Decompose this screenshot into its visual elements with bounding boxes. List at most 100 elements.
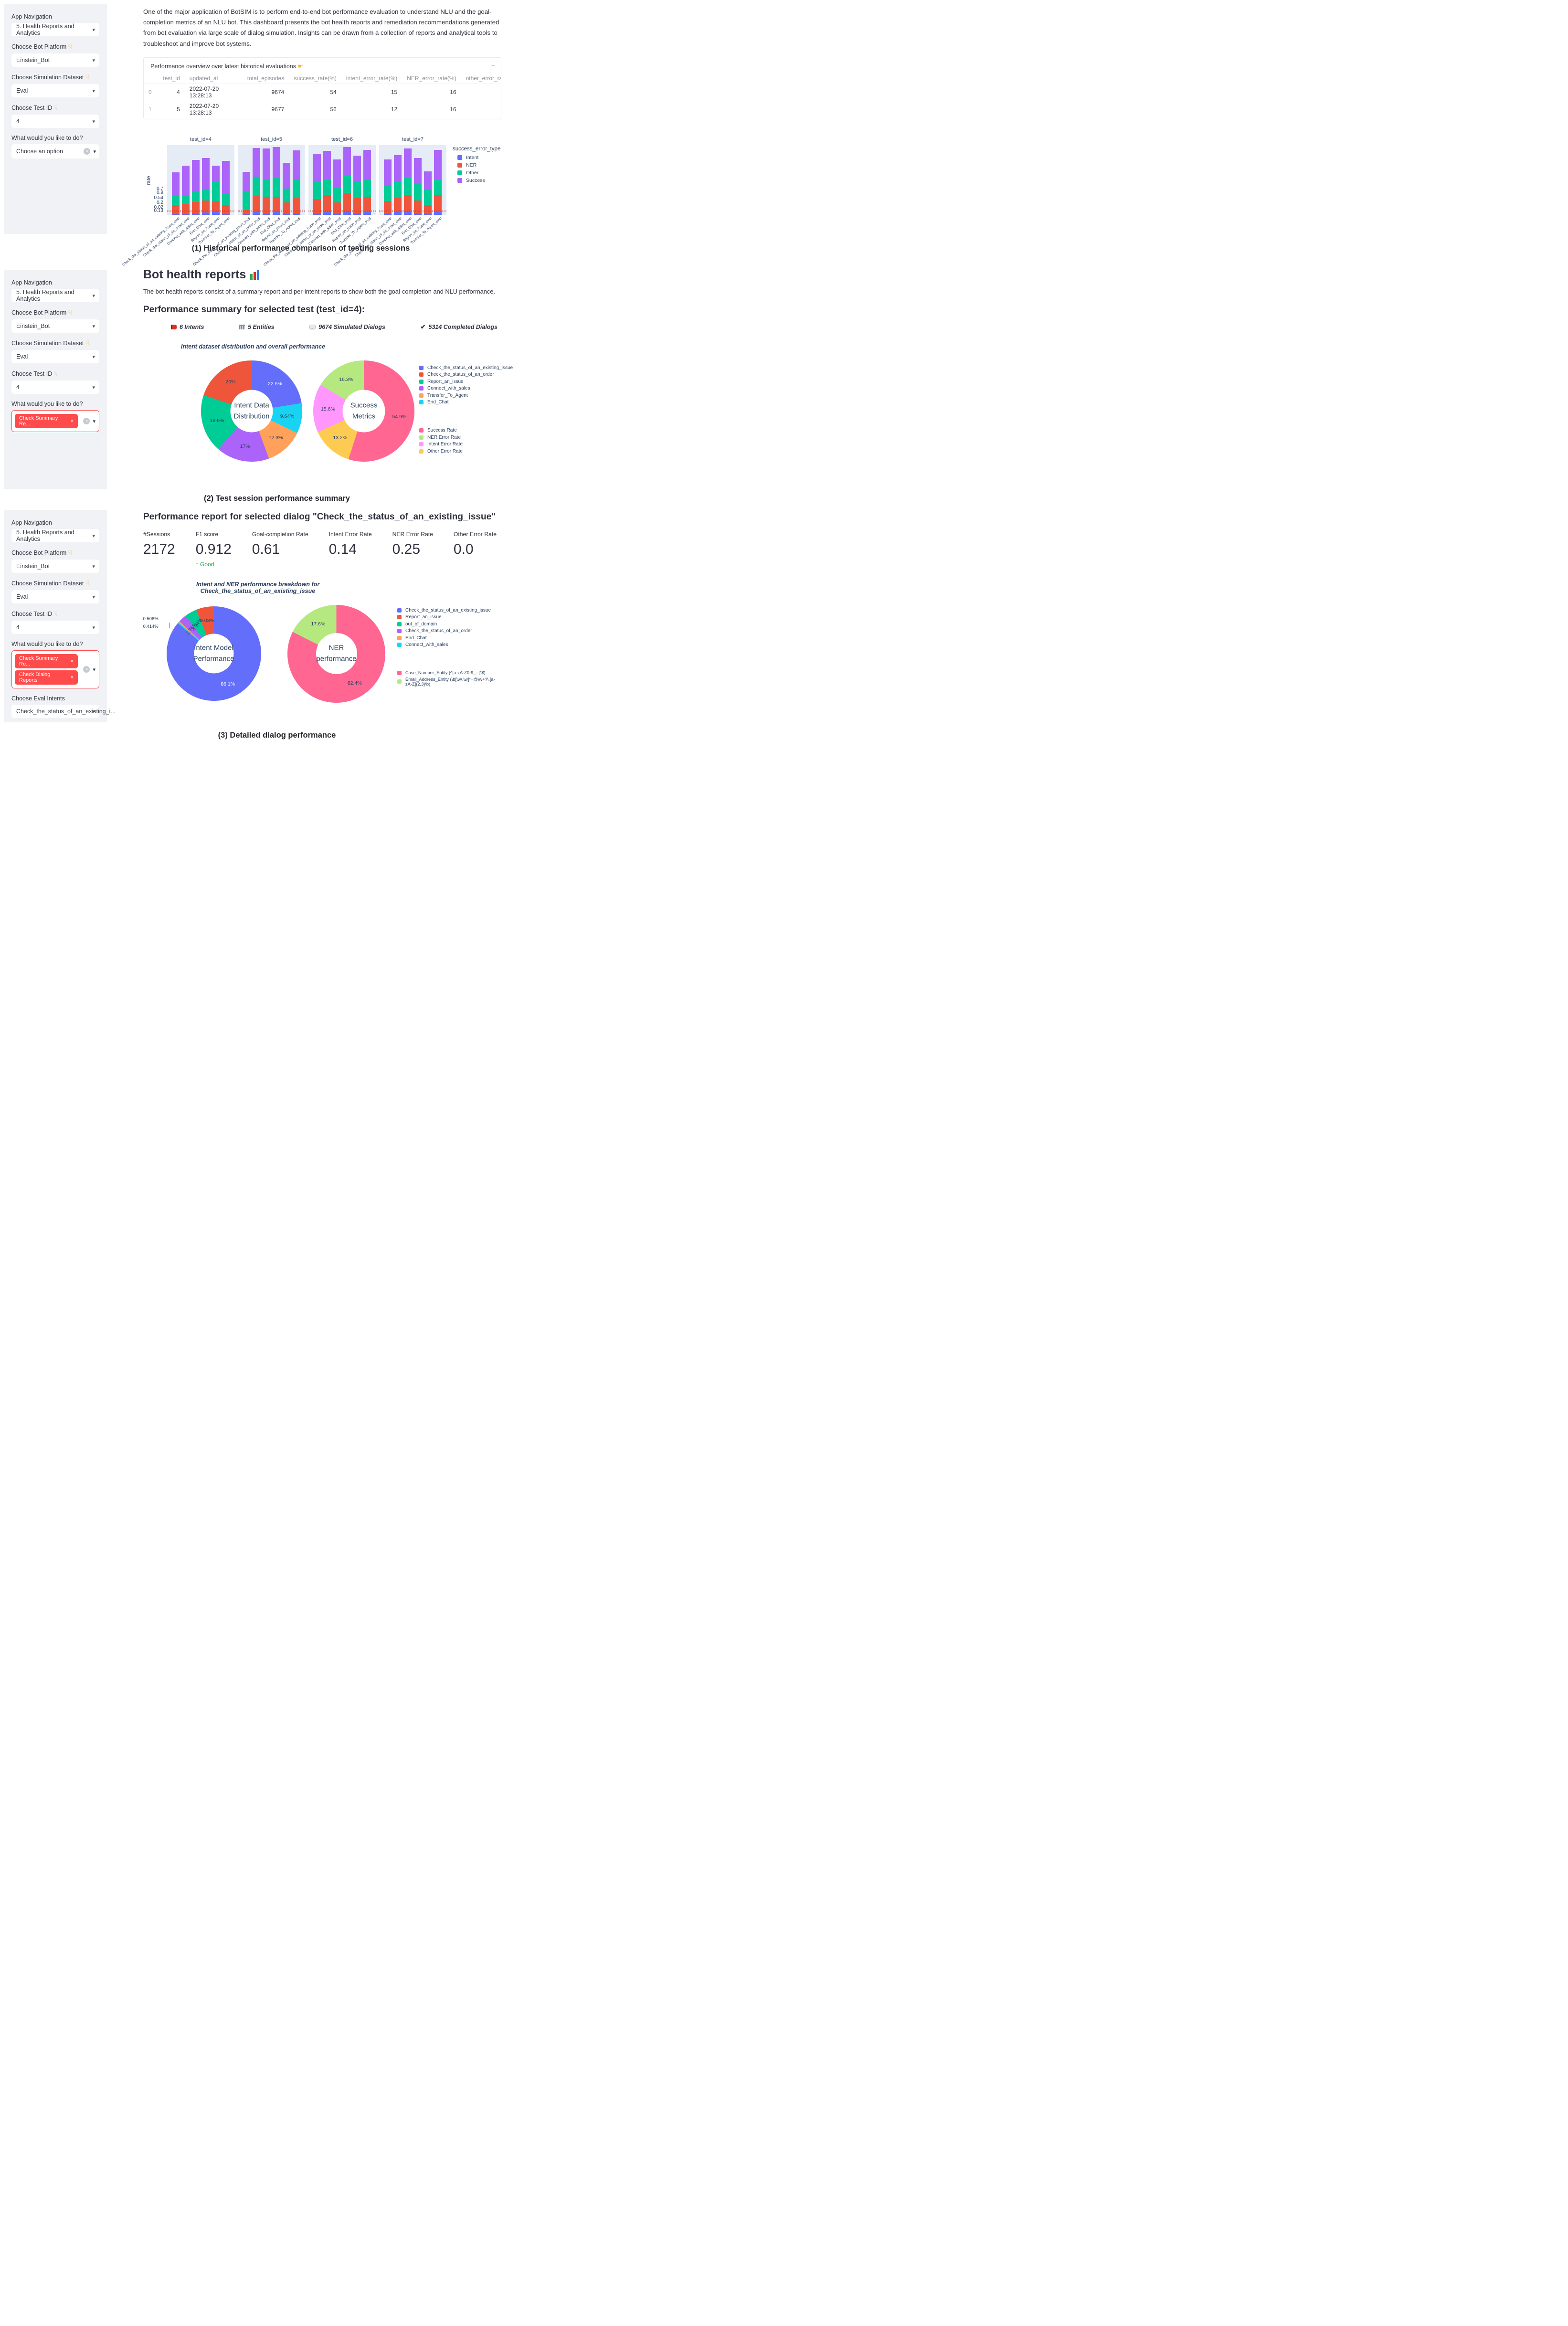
legend-item[interactable]: Email_Address_Entity (\b[\w\.\w]*+@\w+?\… bbox=[397, 677, 501, 687]
table-cell: 12 bbox=[341, 101, 402, 118]
legend-item[interactable]: End_Chat bbox=[397, 635, 501, 641]
legend-swatch bbox=[397, 629, 402, 633]
selected-tag[interactable]: Check Summary Re...× bbox=[15, 654, 78, 668]
point-down-icon: ☟ bbox=[54, 370, 58, 377]
select-bot-platform[interactable]: Einstein_Bot▾ bbox=[11, 53, 99, 67]
stacked-bar bbox=[394, 155, 402, 215]
legend-label: Other bbox=[466, 170, 478, 176]
bar-segment-success bbox=[434, 150, 442, 179]
legend-item-other[interactable]: Other bbox=[457, 170, 500, 176]
metrics-row: #Sessions2172F1 score0.912↑ GoodGoal-com… bbox=[143, 531, 501, 568]
legend-swatch bbox=[457, 155, 462, 160]
facet-panel bbox=[308, 145, 376, 215]
chevron-down-icon: ▾ bbox=[92, 323, 95, 329]
select-test-id[interactable]: 4▾ bbox=[11, 621, 99, 634]
legend-item-ner[interactable]: NER bbox=[457, 162, 500, 168]
chevron-down-icon: ▾ bbox=[93, 148, 96, 155]
clear-all-icon[interactable]: × bbox=[83, 418, 90, 424]
legend-item[interactable]: Check_the_status_of_an_existing_issue bbox=[397, 608, 501, 613]
metric-value: 0.61 bbox=[252, 541, 308, 558]
clear-all-icon[interactable]: × bbox=[83, 666, 90, 673]
point-down-icon: ☟ bbox=[85, 339, 89, 347]
select-value: Einstein_Bot bbox=[16, 323, 50, 329]
select-eval-intents[interactable]: Check_the_status_of_an_existing_i...▾ bbox=[11, 705, 99, 718]
legend-item[interactable]: End_Chat bbox=[419, 400, 513, 405]
caption-3: (3) Detailed dialog performance bbox=[119, 731, 434, 740]
clear-all-icon[interactable]: × bbox=[84, 148, 90, 155]
bar-segment-ner bbox=[343, 193, 351, 211]
bar-segment-intent bbox=[253, 211, 260, 215]
legend-item[interactable]: Check_the_status_of_an_order bbox=[419, 372, 513, 377]
tag-label: Check Summary Re... bbox=[19, 415, 67, 427]
remove-tag-icon[interactable]: × bbox=[71, 658, 74, 664]
legend-item-success[interactable]: Success bbox=[457, 178, 500, 183]
legend-item[interactable]: Success Rate bbox=[419, 428, 513, 433]
legend-item[interactable]: Case_Number_Entity (^[a-zA-Z0-9_.-]*$) bbox=[397, 670, 501, 675]
legend-item[interactable]: Report_an_issue bbox=[397, 614, 501, 620]
table-cell: 16 bbox=[402, 101, 461, 118]
legend-item[interactable]: Transfer_To_Agent bbox=[419, 393, 513, 398]
legend-item[interactable]: out_of_domain bbox=[397, 622, 501, 627]
legend-group-2: Success Rate NER Error Rate Intent Error R… bbox=[419, 428, 513, 454]
minimize-icon[interactable]: − bbox=[491, 61, 495, 69]
legend-item[interactable]: Check_the_status_of_an_order bbox=[397, 628, 501, 634]
slice-label: 6.03% bbox=[200, 618, 214, 624]
success-metrics-donut: Success Metrics54.9%13.2%15.6%16.3% bbox=[313, 355, 414, 467]
select-test-id[interactable]: 4▾ bbox=[11, 381, 99, 394]
stacked-bar bbox=[434, 150, 442, 215]
select-app-navigation[interactable]: 5. Health Reports and Analytics▾ bbox=[11, 289, 99, 302]
select-simulation-dataset[interactable]: Eval▾ bbox=[11, 590, 99, 603]
select-simulation-dataset[interactable]: Eval▾ bbox=[11, 350, 99, 363]
point-right-icon: ☛ bbox=[297, 63, 303, 70]
remove-tag-icon[interactable]: × bbox=[71, 675, 74, 680]
legend-item[interactable]: Intent Error Rate bbox=[419, 442, 513, 447]
table-cell: 2022-07-20 13:28:13 bbox=[185, 118, 239, 119]
widget-label-simulation-dataset: Choose Simulation Dataset ☟ bbox=[11, 74, 99, 81]
bar-segment-ner bbox=[323, 195, 331, 211]
metric-label: Other Error Rate bbox=[454, 531, 497, 538]
table-cell: 2022-07-20 13:28:13 bbox=[185, 84, 239, 101]
select-simulation-dataset[interactable]: Eval▾ bbox=[11, 84, 99, 97]
legend-item[interactable]: Report_an_issue bbox=[419, 379, 513, 384]
stat-text: 9674 Simulated Dialogs bbox=[318, 324, 385, 330]
select-test-id[interactable]: 4▾ bbox=[11, 115, 99, 128]
legend-swatch bbox=[419, 442, 424, 446]
legend-label: Other Error Rate bbox=[427, 449, 463, 454]
select-app-navigation[interactable]: 5. Health Reports and Analytics▾ bbox=[11, 529, 99, 542]
metric-label: F1 score bbox=[196, 531, 232, 538]
selected-tag[interactable]: Check Dialog Reports× bbox=[15, 670, 78, 685]
bar-segment-other bbox=[202, 190, 210, 201]
multiselect-what-to-do[interactable]: Check Summary Re...× Check Dialog Reports… bbox=[11, 650, 99, 688]
caption-1: (1) Historical performance comparison of… bbox=[143, 244, 458, 253]
legend-item[interactable]: Check_the_status_of_an_existing_issue bbox=[419, 365, 513, 370]
remove-tag-icon[interactable]: × bbox=[71, 418, 74, 424]
legend-item[interactable]: NER Error Rate bbox=[419, 435, 513, 440]
widget-label-bot-platform: Choose Bot Platform ☟ bbox=[11, 43, 99, 51]
legend-label: End_Chat bbox=[405, 635, 426, 641]
slice-label: 82.4% bbox=[348, 680, 362, 686]
multiselect-what-to-do[interactable]: Choose an option×▾ bbox=[11, 144, 99, 159]
table-cell: 16 bbox=[402, 118, 461, 119]
caption-2: (2) Test session performance summary bbox=[119, 494, 434, 503]
stacked-bar bbox=[424, 171, 432, 215]
legend-item[interactable]: Connect_with_sales bbox=[419, 386, 513, 391]
chevron-down-icon: ▾ bbox=[93, 418, 95, 424]
legend-label: Success bbox=[466, 178, 485, 183]
legend-item[interactable]: Other Error Rate bbox=[419, 449, 513, 454]
select-bot-platform[interactable]: Einstein_Bot▾ bbox=[11, 560, 99, 573]
legend-swatch bbox=[457, 178, 462, 183]
bar-segment-success bbox=[263, 148, 270, 179]
multiselect-what-to-do[interactable]: Check Summary Re...××▾ bbox=[11, 410, 99, 432]
bar-segment-other bbox=[313, 181, 321, 199]
legend-item[interactable]: Connect_with_sales bbox=[397, 642, 501, 647]
widget-label-bot-platform: Choose Bot Platform ☟ bbox=[11, 309, 99, 317]
bar-segment-success bbox=[222, 161, 230, 193]
slice-label: 9.64% bbox=[280, 413, 295, 419]
slice-label: 20% bbox=[225, 379, 235, 385]
select-app-navigation[interactable]: 5. Health Reports and Analytics▾ bbox=[11, 23, 99, 36]
select-bot-platform[interactable]: Einstein_Bot ▾ bbox=[11, 319, 99, 333]
bar-segment-success bbox=[404, 148, 412, 177]
widget-label-app-navigation: App Navigation bbox=[11, 279, 99, 286]
legend-item-intent[interactable]: Intent bbox=[457, 155, 500, 160]
selected-tag[interactable]: Check Summary Re... × bbox=[15, 414, 78, 428]
